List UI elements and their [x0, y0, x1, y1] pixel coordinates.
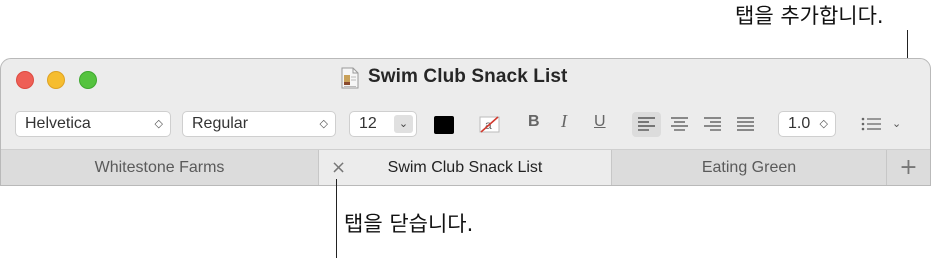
font-style-popup[interactable]: Regular ◇	[182, 111, 336, 137]
close-window-button[interactable]	[16, 71, 34, 89]
chevron-down-icon[interactable]: ⌄	[892, 117, 901, 130]
text-color-well[interactable]	[434, 116, 454, 134]
align-center-icon[interactable]	[671, 117, 688, 131]
tab-label: Whitestone Farms	[94, 159, 225, 176]
align-left-icon[interactable]	[638, 117, 655, 131]
window-title: Swim Club Snack List	[368, 66, 568, 87]
font-size-value: 12	[359, 115, 377, 132]
font-family-popup[interactable]: Helvetica ◇	[15, 111, 171, 137]
title-bar: Swim Club Snack List	[1, 59, 930, 103]
chevron-up-down-icon: ◇	[319, 118, 328, 130]
zoom-window-button[interactable]	[79, 71, 97, 89]
background-color-none-icon[interactable]: a	[478, 114, 501, 135]
font-style-value: Regular	[192, 115, 249, 132]
tab-bar: Whitestone Farms × Swim Club Snack List …	[1, 149, 930, 185]
bold-button[interactable]: B	[528, 113, 540, 131]
chevron-up-down-icon: ◇	[154, 118, 163, 130]
bulleted-list-icon[interactable]	[861, 117, 881, 131]
minimize-window-button[interactable]	[47, 71, 65, 89]
close-tab-callout: 탭을 닫습니다.	[344, 212, 474, 236]
app-window: Swim Club Snack List Helvetica ◇ Regular…	[0, 58, 931, 186]
tab-eating-green[interactable]: Eating Green	[612, 150, 886, 185]
italic-button[interactable]: I	[561, 111, 567, 132]
tab-label: Eating Green	[701, 159, 797, 176]
text-document-icon	[341, 67, 359, 89]
line-spacing-popup[interactable]: 1.0 ◇	[778, 111, 836, 137]
align-justify-icon[interactable]	[737, 117, 754, 131]
close-tab-callout-line	[336, 179, 337, 258]
tab-swim-club-snack-list[interactable]: × Swim Club Snack List	[318, 150, 612, 185]
font-family-value: Helvetica	[25, 115, 91, 132]
align-right-icon[interactable]	[704, 117, 721, 131]
chevron-down-icon[interactable]: ⌄	[394, 115, 413, 133]
plus-icon: +	[899, 155, 918, 180]
chevron-up-down-icon: ◇	[819, 118, 828, 130]
tab-label: Swim Club Snack List	[387, 159, 543, 176]
close-icon[interactable]: ×	[331, 150, 346, 185]
add-tab-callout: 탭을 추가합니다.	[735, 4, 884, 28]
tab-whitestone-farms[interactable]: Whitestone Farms	[1, 150, 318, 185]
add-tab-button[interactable]: +	[886, 150, 930, 185]
format-toolbar: Helvetica ◇ Regular ◇ 12 ⌄ a B I U	[1, 103, 930, 149]
font-size-combo[interactable]: 12 ⌄	[349, 111, 417, 137]
underline-button[interactable]: U	[594, 113, 606, 131]
line-spacing-value: 1.0	[788, 115, 811, 132]
